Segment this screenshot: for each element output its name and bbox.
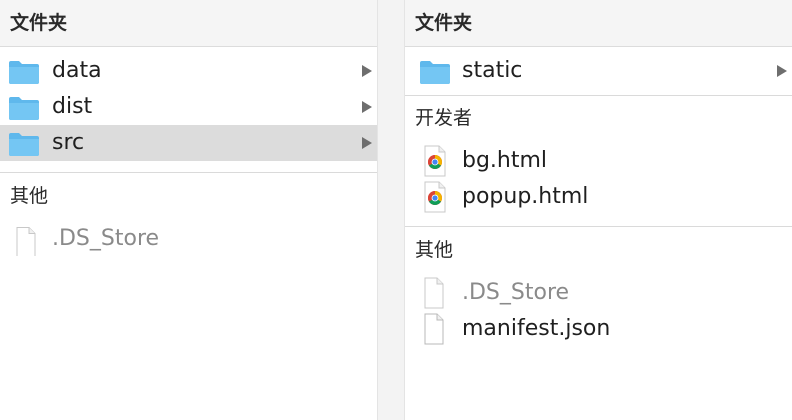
file-row-popup-html[interactable]: popup.html	[405, 179, 792, 215]
file-name: manifest.json	[462, 316, 611, 341]
blank-file-icon	[16, 227, 36, 256]
file-name: bg.html	[462, 148, 548, 173]
section-divider	[405, 95, 792, 96]
file-row-ds-store[interactable]: .DS_Store	[0, 221, 377, 257]
folder-name: dist	[52, 94, 93, 119]
folder-icon	[9, 133, 39, 156]
folder-name: data	[52, 58, 102, 83]
group-label-developer: 开发者	[415, 107, 473, 129]
blank-file-icon	[424, 277, 444, 309]
folder-row-static[interactable]: static	[405, 53, 792, 89]
folder-row-data[interactable]: data	[0, 53, 377, 89]
file-row-manifest-json[interactable]: manifest.json	[405, 311, 792, 347]
folders-header: 文件夹	[0, 0, 377, 47]
folders-header: 文件夹	[405, 0, 792, 47]
chevron-right-icon	[777, 65, 787, 77]
finder-column-right: 文件夹 static 开发者 bg.html popup.html 其他 .DS…	[405, 0, 792, 420]
file-name: .DS_Store	[462, 280, 570, 305]
file-row-ds-store[interactable]: .DS_Store	[405, 275, 792, 311]
group-label-other: 其他	[10, 185, 49, 207]
section-divider	[405, 226, 792, 227]
folder-icon	[9, 61, 39, 84]
folder-icon	[420, 61, 450, 84]
file-row-bg-html[interactable]: bg.html	[405, 143, 792, 179]
chrome-html-file-icon	[424, 181, 446, 213]
folder-row-dist[interactable]: dist	[0, 89, 377, 125]
group-label-other: 其他	[415, 239, 454, 261]
file-name: popup.html	[462, 184, 589, 209]
column-divider	[377, 0, 378, 420]
folder-icon	[9, 97, 39, 120]
file-name: .DS_Store	[52, 226, 160, 251]
finder-column-left: 文件夹 data dist src 其他 .DS_Store	[0, 0, 377, 420]
chevron-right-icon	[362, 65, 372, 77]
column-resize-gutter[interactable]	[377, 0, 405, 420]
chrome-html-file-icon	[424, 145, 446, 177]
chevron-right-icon	[362, 101, 372, 113]
section-divider	[0, 172, 377, 173]
folder-name: src	[52, 130, 85, 155]
folder-row-src[interactable]: src	[0, 125, 377, 161]
blank-file-icon	[424, 313, 444, 345]
folder-name: static	[462, 58, 523, 83]
chevron-right-icon	[362, 137, 372, 149]
